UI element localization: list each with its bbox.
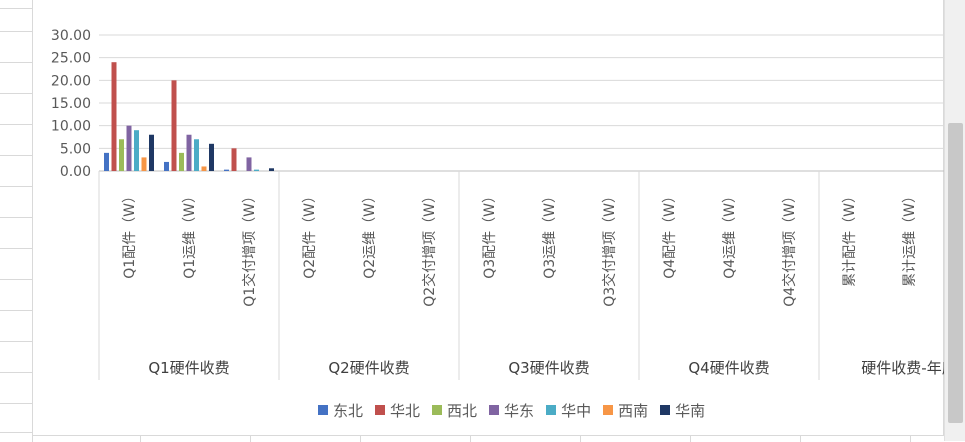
bar-华南 bbox=[209, 143, 214, 171]
legend-item: 华中 bbox=[546, 400, 591, 421]
x-group-label: Q4硬件收费 bbox=[688, 359, 769, 377]
bar-华南 bbox=[149, 134, 154, 171]
bar-华东 bbox=[126, 125, 132, 171]
y-tick-label: 15.00 bbox=[51, 96, 91, 112]
chart-canvas: 0.00 5.00 10.00 15.00 20.00 25.00 30.00 Q1配件（W）… bbox=[51, 28, 957, 380]
spreadsheet-row-area bbox=[0, 0, 32, 441]
legend-item: 华北 bbox=[375, 400, 420, 421]
row-gridline bbox=[0, 31, 32, 32]
x-category-label: Q3运维（W） bbox=[542, 189, 558, 279]
legend-swatch bbox=[432, 405, 443, 415]
row-gridline bbox=[0, 403, 32, 404]
row-gridline bbox=[0, 279, 32, 280]
x-category-label: Q4运维（W） bbox=[722, 189, 738, 279]
legend-label: 华中 bbox=[561, 401, 592, 420]
bar-华北 bbox=[111, 62, 117, 171]
bar-西北 bbox=[119, 139, 124, 171]
bar-东北 bbox=[104, 152, 109, 171]
x-category-label: Q1运维（W） bbox=[182, 189, 198, 279]
row-gridline bbox=[0, 124, 32, 125]
x-category-label: Q3交付增项（W） bbox=[601, 189, 618, 307]
scrollbar-thumb[interactable] bbox=[948, 123, 963, 423]
x-category-label: Q2配件（W） bbox=[302, 189, 318, 279]
legend-swatch bbox=[318, 405, 328, 415]
bar-华北 bbox=[171, 80, 177, 171]
legend-swatch bbox=[375, 405, 386, 415]
x-group-label: Q3硬件收费 bbox=[508, 359, 589, 377]
y-tick-label: 10.00 bbox=[51, 119, 91, 135]
x-category-label: Q3配件（W） bbox=[482, 189, 498, 279]
legend-swatch bbox=[489, 405, 500, 415]
legend-item: 华东 bbox=[489, 400, 534, 421]
row-gridline bbox=[0, 8, 32, 9]
row-gridline bbox=[0, 186, 32, 187]
row-gridline bbox=[0, 155, 32, 156]
legend-item: 东北 bbox=[318, 400, 363, 421]
row-gridline bbox=[0, 248, 32, 249]
bar-华北 bbox=[231, 148, 237, 171]
legend-swatch bbox=[546, 405, 557, 415]
legend-label: 华北 bbox=[390, 401, 421, 420]
legend-item: 华南 bbox=[660, 400, 705, 421]
x-category-label: Q4交付增项（W） bbox=[781, 189, 798, 307]
legend-item: 西北 bbox=[432, 400, 477, 421]
bar-西南 bbox=[141, 157, 147, 171]
bar-华东 bbox=[186, 134, 192, 171]
bar-华中 bbox=[194, 139, 199, 171]
x-category-label: Q4配件（W） bbox=[662, 189, 678, 279]
bar-西北 bbox=[179, 152, 184, 171]
legend-label: 西南 bbox=[618, 401, 649, 420]
bar-西南 bbox=[201, 166, 207, 171]
legend-label: 华东 bbox=[504, 401, 535, 420]
bar-华中 bbox=[134, 130, 139, 171]
legend-label: 东北 bbox=[333, 401, 364, 420]
bar-华东 bbox=[246, 157, 252, 171]
x-group-label: Q1硬件收费 bbox=[148, 359, 229, 377]
row-gridline bbox=[0, 93, 32, 94]
legend-item: 西南 bbox=[603, 400, 648, 421]
x-group-label: Q2硬件收费 bbox=[328, 359, 409, 377]
x-category-label: Q1配件（W） bbox=[122, 189, 138, 279]
legend-swatch bbox=[603, 405, 614, 415]
vertical-scrollbar[interactable] bbox=[944, 0, 965, 441]
x-category-label: Q2交付增项（W） bbox=[421, 189, 438, 307]
legend-label: 华南 bbox=[675, 401, 706, 420]
row-gridline bbox=[0, 217, 32, 218]
y-tick-label: 20.00 bbox=[51, 73, 91, 89]
x-category-label: Q1交付增项（W） bbox=[241, 189, 258, 307]
bar-东北 bbox=[224, 169, 229, 171]
row-gridline bbox=[0, 372, 32, 373]
legend-label: 西北 bbox=[447, 401, 478, 420]
row-gridline bbox=[0, 310, 32, 311]
x-category-label: 累计配件（W） bbox=[842, 189, 858, 287]
y-tick-label: 25.00 bbox=[51, 51, 91, 67]
legend-swatch bbox=[660, 405, 671, 415]
row-gridline bbox=[0, 62, 32, 63]
bar-东北 bbox=[164, 161, 169, 171]
y-tick-label: 30.00 bbox=[51, 28, 91, 44]
bar-华南 bbox=[269, 168, 274, 171]
x-category-label: Q2运维（W） bbox=[362, 189, 378, 279]
row-gridline bbox=[0, 341, 32, 342]
chart-legend: 东北 华北 西北 华东 华中 西南 华南 bbox=[318, 400, 705, 420]
bar-华中 bbox=[254, 169, 259, 171]
chart-container[interactable]: 0.00 5.00 10.00 15.00 20.00 25.00 30.00 Q1配件（W）… bbox=[32, 0, 957, 436]
x-category-label: 累计运维（W） bbox=[902, 189, 918, 287]
x-group-label: 硬件收费-年度 bbox=[861, 359, 945, 377]
y-tick-label: 0.00 bbox=[60, 164, 91, 180]
y-tick-label: 5.00 bbox=[60, 141, 91, 157]
